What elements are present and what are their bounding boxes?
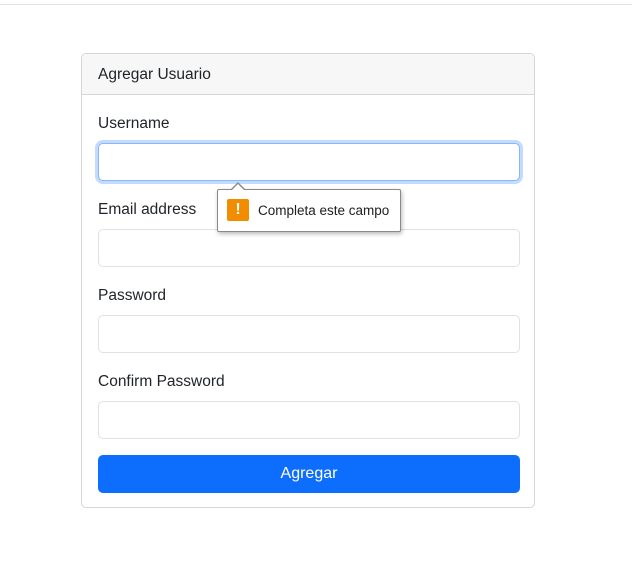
email-input[interactable] — [98, 229, 520, 267]
username-input[interactable] — [98, 143, 520, 181]
warning-icon: ! — [227, 199, 249, 221]
password-input[interactable] — [98, 315, 520, 353]
card-header: Agregar Usuario — [82, 54, 534, 95]
password-label: Password — [98, 287, 167, 304]
confirm-password-input[interactable] — [98, 401, 520, 439]
email-label: Email address — [98, 201, 197, 218]
top-divider — [0, 4, 632, 5]
agregar-button[interactable]: Agregar — [98, 455, 520, 493]
confirm-password-label: Confirm Password — [98, 373, 225, 390]
username-label: Username — [98, 115, 170, 132]
card-title: Agregar Usuario — [98, 66, 211, 83]
tooltip-message: Completa este campo — [258, 203, 390, 218]
add-user-card: Agregar Usuario Username Email address P… — [81, 53, 535, 508]
validation-tooltip: ! Completa este campo — [217, 182, 401, 232]
